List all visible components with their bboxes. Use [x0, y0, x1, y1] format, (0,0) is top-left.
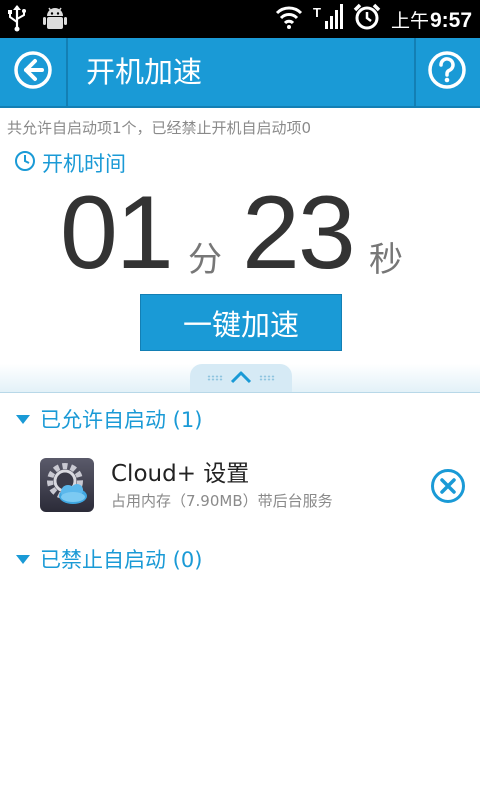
help-icon	[427, 50, 467, 94]
alarm-icon	[353, 3, 381, 35]
back-button[interactable]	[0, 38, 66, 106]
blocked-section-title: 已禁止自启动 (0)	[40, 548, 203, 572]
clock-time: 9:57	[429, 8, 472, 32]
allowed-section-title: 已允许自启动 (1)	[40, 408, 203, 432]
one-key-speedup-button[interactable]: 一键加速	[140, 294, 342, 351]
boot-time-display: 01 分 23 秒	[0, 178, 480, 288]
app-memory-info: 占用内存（7.90MB）带后台服务	[111, 492, 333, 510]
close-circle-icon	[430, 469, 466, 508]
boot-seconds: 23	[242, 175, 356, 291]
app-name: Cloud+ 设置	[111, 461, 250, 487]
page-title: 开机加速	[86, 55, 203, 89]
usb-icon	[6, 4, 28, 36]
chevron-up-icon	[229, 369, 253, 388]
expand-triangle-icon	[16, 554, 30, 564]
title-bar: 开机加速	[0, 38, 480, 108]
boot-time-label: 开机时间	[14, 148, 126, 178]
title-divider	[66, 38, 68, 106]
android-debug-icon	[42, 4, 68, 36]
blocked-section-header[interactable]: 已禁止自启动 (0)	[16, 544, 202, 574]
clock-icon	[14, 150, 36, 177]
help-button[interactable]	[414, 38, 480, 106]
clock-ampm: 上午	[390, 10, 429, 32]
boot-minutes: 01	[60, 175, 174, 291]
svg-text:T: T	[313, 5, 321, 20]
clock: 上午9:57	[391, 6, 472, 33]
boot-time-label-text: 开机时间	[42, 152, 126, 176]
cloud-settings-icon	[40, 458, 94, 512]
signal-icon: T	[313, 3, 343, 35]
disable-autostart-button[interactable]	[430, 468, 466, 504]
back-arrow-icon	[13, 50, 53, 94]
minutes-unit: 分	[188, 240, 222, 280]
wifi-icon	[275, 4, 303, 34]
collapse-toggle[interactable]	[190, 364, 292, 392]
status-bar: T 上午9:57	[0, 0, 480, 38]
expand-triangle-icon	[16, 414, 30, 424]
list-item[interactable]: Cloud+ 设置 占用内存（7.90MB）带后台服务	[0, 446, 480, 524]
seconds-unit: 秒	[369, 240, 403, 280]
startup-summary: 共允许自启动项1个，已经禁止开机自启动项0	[7, 119, 312, 137]
grip-dots-right	[259, 375, 275, 381]
grip-dots-left	[207, 375, 223, 381]
allowed-section-header[interactable]: 已允许自启动 (1)	[16, 404, 202, 434]
